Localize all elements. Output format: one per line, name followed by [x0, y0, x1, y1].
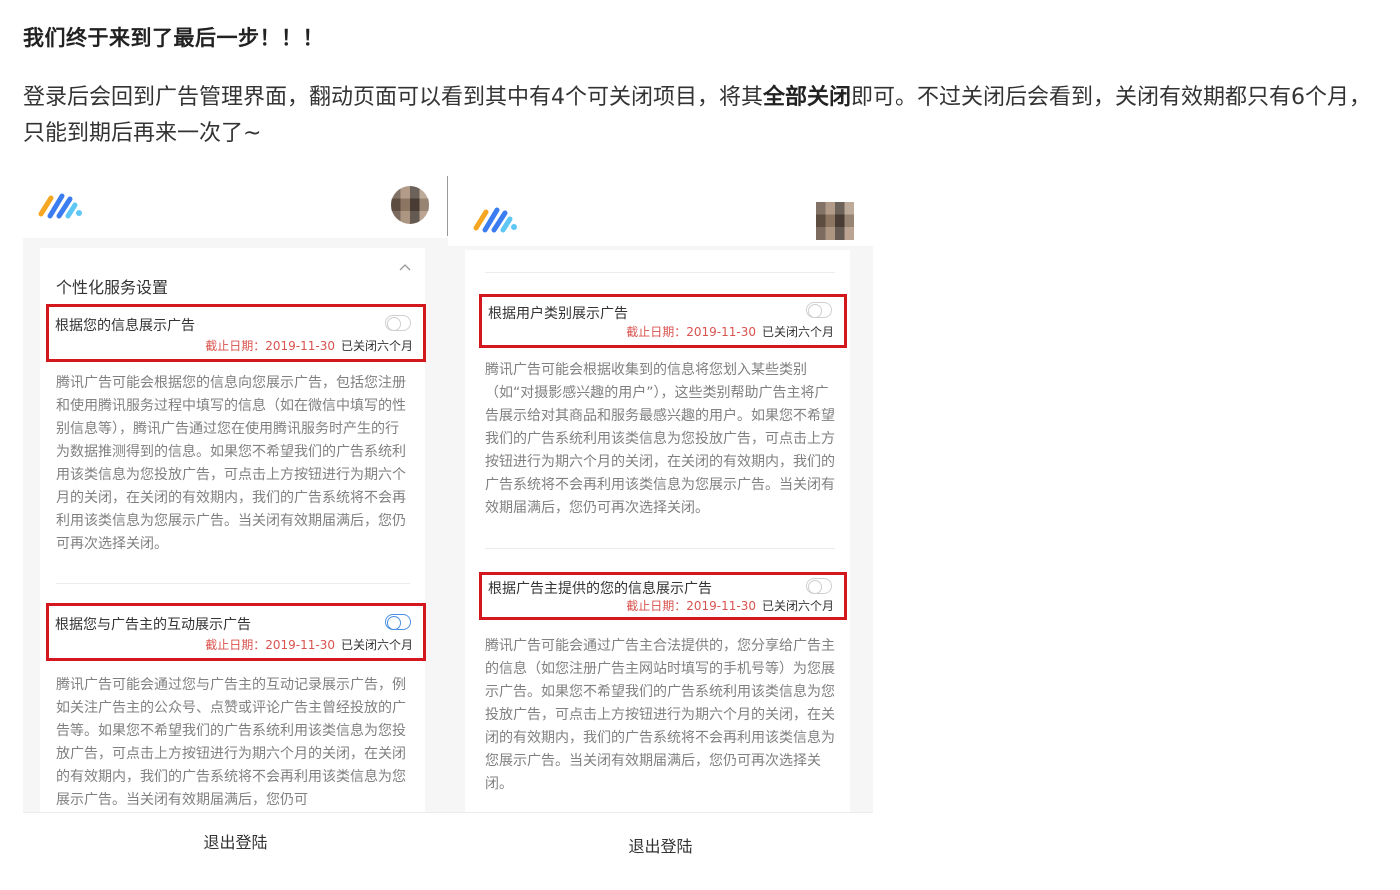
setting-item-advertiser-interaction: 根据您与广告主的互动展示广告 截止日期：2019-11-30 已关闭六个月 [46, 603, 426, 661]
status-text: 已关闭六个月 [761, 599, 834, 613]
divider [56, 583, 410, 584]
divider [485, 548, 835, 549]
user-avatar[interactable] [391, 186, 429, 224]
setting-description: 腾讯广告可能会通过您与广告主的互动记录展示广告，例如关注广告主的公众号、点赞或评… [56, 677, 406, 808]
setting-meta: 截止日期：2019-11-30 已关闭六个月 [205, 636, 413, 653]
setting-title: 根据广告主提供的您的信息展示广告 [488, 581, 712, 597]
status-text: 已关闭六个月 [340, 339, 413, 353]
settings-card: 根据用户类别展示广告 截止日期：2019-11-30 已关闭六个月 腾讯广告可能会… [465, 250, 850, 862]
paragraph-bold-text: 全部关闭 [763, 85, 852, 110]
logout-bar[interactable]: 退出登陆 [23, 812, 448, 862]
ad-toggle-switch[interactable] [806, 578, 832, 594]
section-title: 个性化服务设置 [56, 278, 169, 297]
setting-description: 腾讯广告可能会根据您的信息向您展示广告，包括您注册和使用腾讯服务过程中填写的信息… [56, 375, 406, 552]
setting-meta: 截止日期：2019-11-30 已关闭六个月 [626, 323, 834, 340]
logout-button[interactable]: 退出登陆 [448, 833, 873, 857]
setting-meta: 截止日期：2019-11-30 已关闭六个月 [205, 337, 413, 354]
left-screenshot: 个性化服务设置 根据您的信息展示广告 截止日期：2019-11-30 已关闭六个月… [23, 170, 448, 862]
setting-meta: 截止日期：2019-11-30 已关闭六个月 [626, 597, 834, 614]
article-paragraph: 登录后会回到广告管理界面，翻动页面可以看到其中有4个可关闭项目，将其全部关闭即可… [23, 80, 1378, 152]
setting-item-user-info: 根据您的信息展示广告 截止日期：2019-11-30 已关闭六个月 [46, 304, 426, 362]
status-text: 已关闭六个月 [340, 638, 413, 652]
chevron-up-icon[interactable] [399, 262, 411, 274]
setting-item-advertiser-provided-info: 根据广告主提供的您的信息展示广告 截止日期：2019-11-30 已关闭六个月 [479, 572, 847, 620]
user-avatar[interactable] [816, 202, 854, 240]
setting-description: 腾讯广告可能会通过广告主合法提供的，您分享给广告主的信息（如您注册广告主网站时填… [485, 638, 835, 792]
right-screenshot: 根据用户类别展示广告 截止日期：2019-11-30 已关闭六个月 腾讯广告可能会… [448, 170, 873, 862]
ad-toggle-switch[interactable] [385, 315, 411, 331]
divider [485, 272, 835, 273]
setting-title: 根据您的信息展示广告 [55, 318, 195, 334]
app-header [23, 170, 448, 238]
paragraph-text-1: 登录后会回到广告管理界面，翻动页面可以看到其中有4个可关闭项目，将其 [23, 85, 763, 110]
deadline-text: 截止日期：2019-11-30 [626, 599, 756, 613]
tencent-ads-logo-icon[interactable] [37, 192, 85, 220]
deadline-text: 截止日期：2019-11-30 [626, 325, 756, 339]
status-text: 已关闭六个月 [761, 325, 834, 339]
setting-title: 根据用户类别展示广告 [488, 306, 628, 322]
setting-item-user-category: 根据用户类别展示广告 截止日期：2019-11-30 已关闭六个月 [479, 294, 847, 348]
logout-bar[interactable]: 退出登陆 [448, 812, 873, 862]
setting-description: 腾讯广告可能会根据收集到的信息将您划入某些类别（如“对摄影感兴趣的用户”），这些… [485, 362, 835, 516]
app-header [448, 170, 873, 246]
ad-toggle-switch[interactable] [806, 302, 832, 318]
deadline-text: 截止日期：2019-11-30 [205, 638, 335, 652]
article-heading: 我们终于来到了最后一步！！！ [23, 26, 324, 50]
settings-card: 个性化服务设置 根据您的信息展示广告 截止日期：2019-11-30 已关闭六个月… [40, 248, 426, 862]
deadline-text: 截止日期：2019-11-30 [205, 339, 335, 353]
setting-title: 根据您与广告主的互动展示广告 [55, 617, 251, 633]
logout-button[interactable]: 退出登陆 [23, 829, 448, 853]
ad-toggle-switch[interactable] [385, 614, 411, 630]
tencent-ads-logo-icon[interactable] [472, 206, 520, 234]
